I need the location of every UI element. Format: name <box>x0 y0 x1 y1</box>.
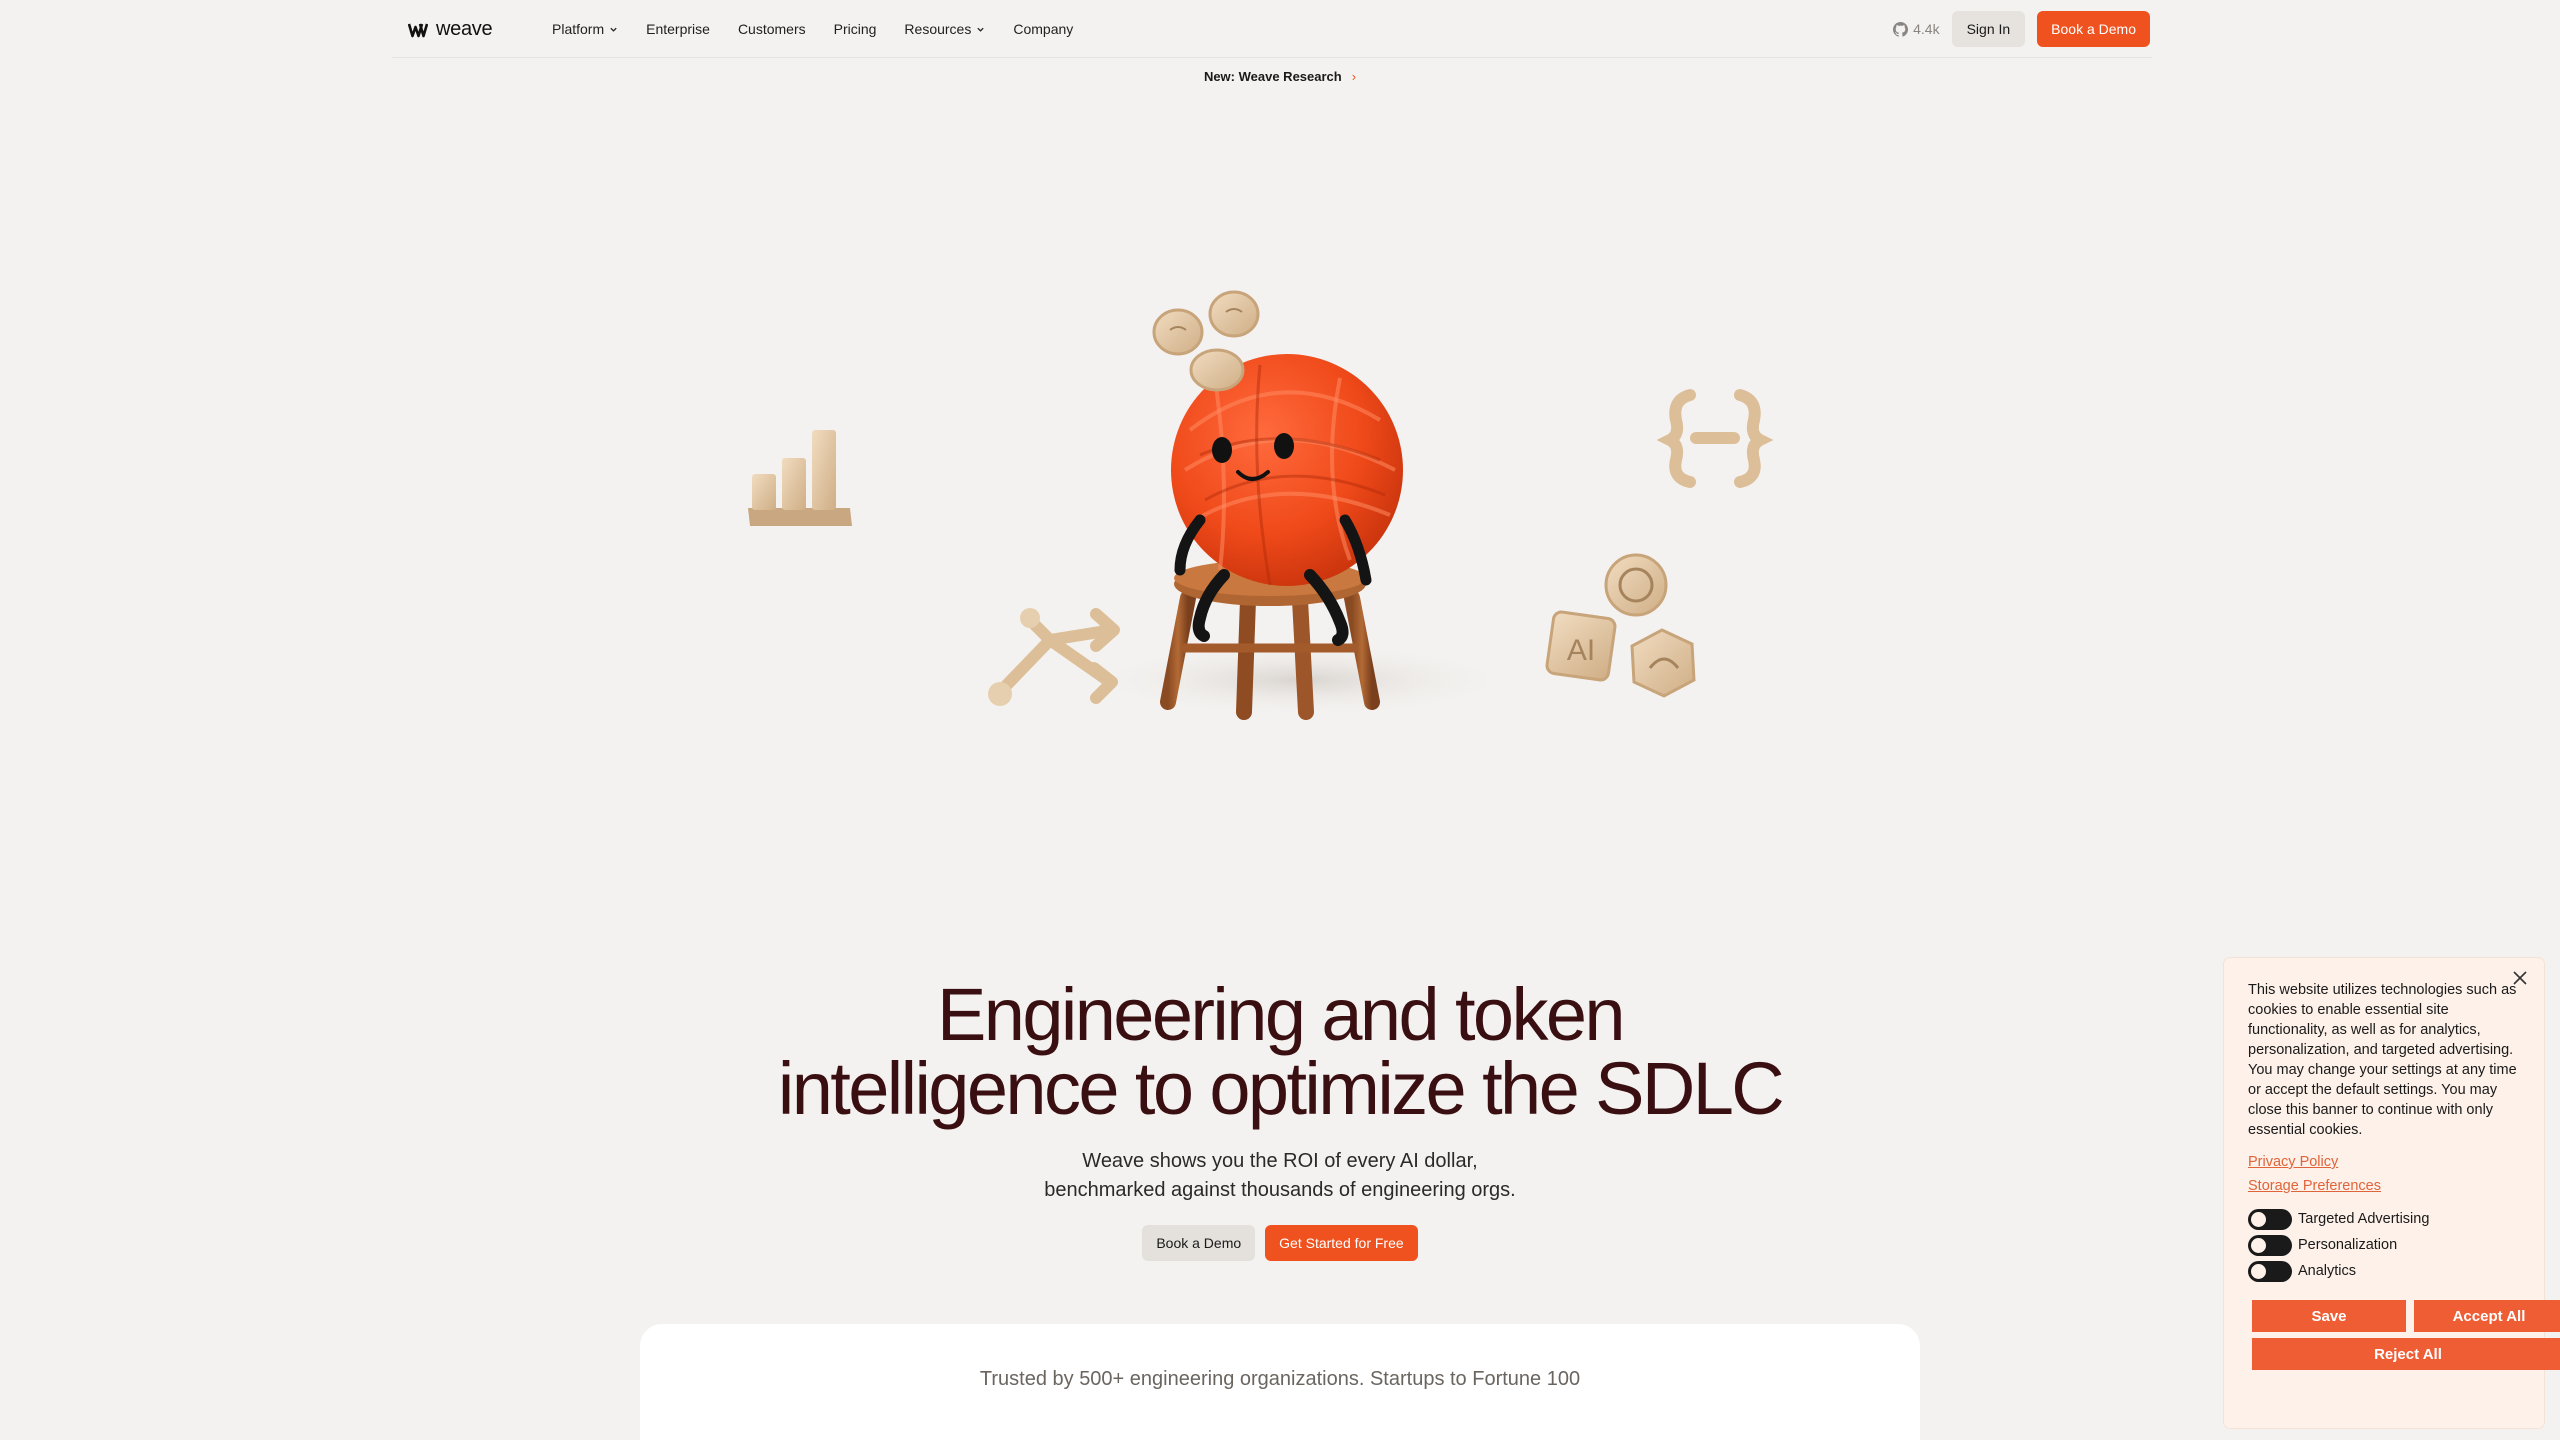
customer-logos-row <box>640 1436 1920 1440</box>
hero-sub-line-2: benchmarked against thousands of enginee… <box>1044 1179 1516 1201</box>
toggle-label: Personalization <box>2298 1237 2398 1253</box>
cookie-reject-all-button[interactable]: Reject All <box>2252 1338 2560 1370</box>
bar-chart-token <box>748 430 852 526</box>
toggle-row-analytics: Analytics <box>2248 1258 2520 1284</box>
personalization-toggle[interactable] <box>2248 1234 2292 1256</box>
cookie-accept-all-button[interactable]: Accept All <box>2414 1300 2560 1332</box>
privacy-policy-link[interactable]: Privacy Policy <box>2248 1154 2520 1170</box>
get-started-button[interactable]: Get Started for Free <box>1265 1225 1418 1261</box>
hero-book-demo-button[interactable]: Book a Demo <box>1142 1225 1256 1261</box>
hero-cta-row: Book a Demo Get Started for Free <box>0 1225 2560 1261</box>
hero-sub-line-1: Weave shows you the ROI of every AI doll… <box>1082 1150 1478 1172</box>
hero-headline-line-2: intelligence to optimize the SDLC <box>777 1047 1785 1130</box>
cookie-banner: This website utilizes technologies such … <box>2224 958 2560 1428</box>
cookie-save-button[interactable]: Save <box>2252 1300 2406 1332</box>
toggle-row-targeted-advertising: Targeted Advertising <box>2248 1206 2520 1232</box>
storage-preferences-link[interactable]: Storage Preferences <box>2248 1178 2520 1194</box>
hero-headline: Engineering and token intelligence to op… <box>0 978 2560 1126</box>
hero-subheadline: Weave shows you the ROI of every AI doll… <box>0 1147 2560 1205</box>
trusted-by-section: Trusted by 500+ engineering organization… <box>640 1324 1920 1440</box>
hero-illustration: AI <box>748 290 1774 720</box>
cookie-banner-text: This website utilizes technologies such … <box>2248 982 2517 1138</box>
hero-headline-line-1: Engineering and token <box>937 973 1626 1056</box>
curly-braces-token <box>1656 389 1774 488</box>
analytics-toggle[interactable] <box>2248 1260 2292 1282</box>
toggle-row-personalization: Personalization <box>2248 1232 2520 1258</box>
toggle-label: Targeted Advertising <box>2298 1211 2430 1227</box>
toggle-label: Analytics <box>2298 1263 2357 1279</box>
close-icon[interactable] <box>2510 968 2530 988</box>
branch-token <box>988 608 1120 706</box>
ai-token-label: AI <box>1567 634 1595 667</box>
ai-model-tokens: AI <box>1545 553 1696 698</box>
cookie-toggles: Targeted Advertising Personalization Ana… <box>2248 1206 2520 1284</box>
targeted-advertising-toggle[interactable] <box>2248 1208 2292 1230</box>
cookie-actions: Save Accept All Reject All <box>2248 1300 2560 1370</box>
trusted-by-text: Trusted by 500+ engineering organization… <box>979 1368 1581 1390</box>
coin-tokens <box>1152 290 1260 392</box>
